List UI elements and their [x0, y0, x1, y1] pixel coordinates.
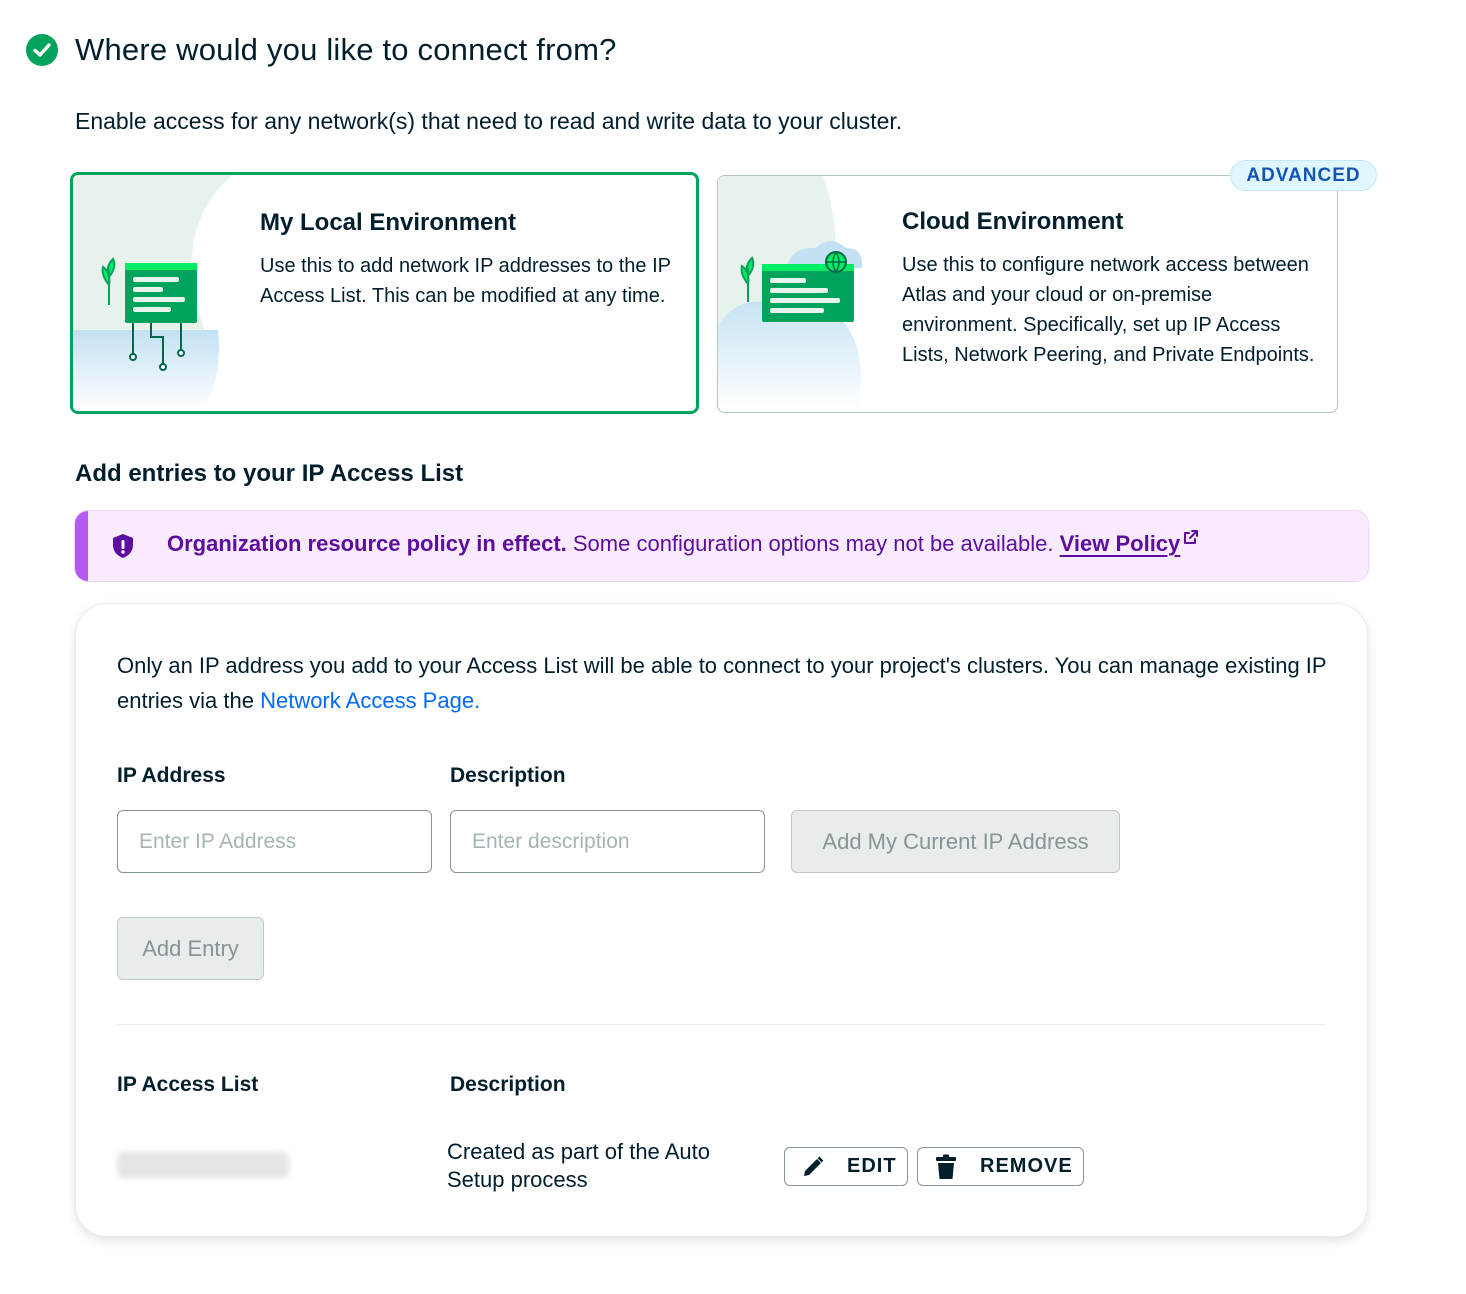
access-list-intro: Only an IP address you add to your Acces… [117, 648, 1332, 718]
local-environment-title: My Local Environment [260, 209, 517, 236]
check-circle-icon [26, 34, 58, 66]
remove-entry-button[interactable]: REMOVE [917, 1147, 1084, 1186]
add-entry-button[interactable]: Add Entry [117, 917, 264, 980]
section-divider [117, 1024, 1326, 1025]
redacted-ip-address [117, 1152, 289, 1178]
local-environment-illustration-icon [73, 175, 233, 411]
policy-banner-text: Organization resource policy in effect. … [167, 529, 1199, 557]
cloud-environment-illustration-icon [718, 176, 863, 412]
remove-button-label: REMOVE [980, 1155, 1073, 1177]
ip-address-input[interactable] [117, 810, 432, 873]
description-input[interactable] [450, 810, 765, 873]
description-column-header: Description [450, 1073, 566, 1096]
step-header: Where would you like to connect from? [26, 32, 617, 68]
trash-icon [934, 1154, 958, 1180]
add-current-ip-button[interactable]: Add My Current IP Address [791, 810, 1120, 873]
ip-address-label: IP Address [117, 764, 226, 787]
policy-banner-message: Some configuration options may not be av… [566, 531, 1060, 556]
page-title: Where would you like to connect from? [75, 32, 617, 67]
local-environment-description: Use this to add network IP addresses to … [260, 255, 671, 307]
description-label: Description [450, 764, 566, 787]
entry-description: Created as part of the Auto Setup proces… [447, 1139, 710, 1192]
access-list-heading: Add entries to your IP Access List [75, 460, 464, 487]
pencil-icon [801, 1155, 825, 1179]
page-subtitle: Enable access for any network(s) that ne… [75, 108, 903, 134]
cloud-environment-description: Use this to configure network access bet… [902, 254, 1315, 366]
cloud-environment-title: Cloud Environment [902, 208, 1124, 235]
ip-access-list-column-header: IP Access List [117, 1073, 259, 1096]
view-policy-link[interactable]: View Policy [1060, 531, 1181, 556]
edit-button-label: EDIT [847, 1155, 897, 1177]
edit-entry-button[interactable]: EDIT [784, 1147, 908, 1186]
external-link-icon[interactable] [1183, 529, 1199, 545]
local-environment-card[interactable]: My Local Environment Use this to add net… [70, 172, 699, 414]
network-access-page-link[interactable]: Network Access Page. [260, 688, 480, 713]
policy-banner-strong: Organization resource policy in effect. [167, 531, 567, 556]
shield-icon [113, 534, 133, 558]
advanced-badge: ADVANCED [1230, 160, 1377, 191]
cloud-environment-card[interactable]: Cloud Environment Use this to configure … [717, 175, 1338, 413]
